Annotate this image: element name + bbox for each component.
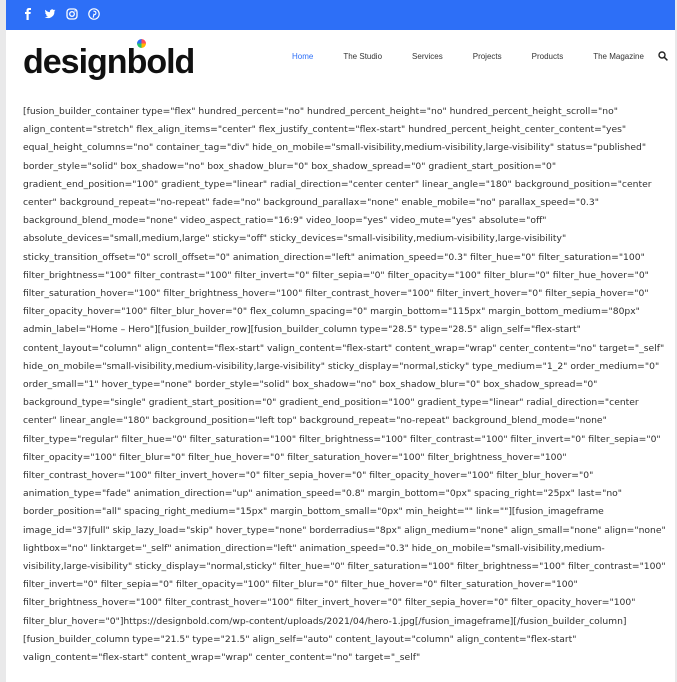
instagram-icon[interactable] <box>66 8 78 20</box>
logo-text-bold: bold <box>126 38 196 82</box>
logo-color-dot-icon <box>136 38 146 48</box>
nav-item-projects[interactable]: Projects <box>473 52 502 61</box>
designbold-logo[interactable]: design bold <box>23 38 196 84</box>
facebook-icon[interactable] <box>22 8 34 20</box>
twitter-icon[interactable] <box>44 8 56 20</box>
page-content-shortcode-text: [fusion_builder_container type="flex" hu… <box>23 106 666 664</box>
nav-item-services[interactable]: Services <box>412 52 443 61</box>
nav-item-the-magazine[interactable]: The Magazine <box>593 52 644 61</box>
social-links <box>22 8 100 20</box>
nav-item-home[interactable]: Home <box>292 52 313 61</box>
nav-item-the-studio[interactable]: The Studio <box>343 52 382 61</box>
main-navigation: Home The Studio Services Projects Produc… <box>292 52 674 61</box>
logo-text-design: design <box>23 42 128 81</box>
nav-item-products[interactable]: Products <box>532 52 564 61</box>
search-icon[interactable] <box>658 51 668 61</box>
logo-text-bold-label: bold <box>126 42 196 81</box>
site-header: design bold Home The Studio Services Pro… <box>6 30 675 90</box>
top-bar <box>6 0 675 30</box>
page-frame: design bold Home The Studio Services Pro… <box>6 0 675 682</box>
pinterest-icon[interactable] <box>88 8 100 20</box>
